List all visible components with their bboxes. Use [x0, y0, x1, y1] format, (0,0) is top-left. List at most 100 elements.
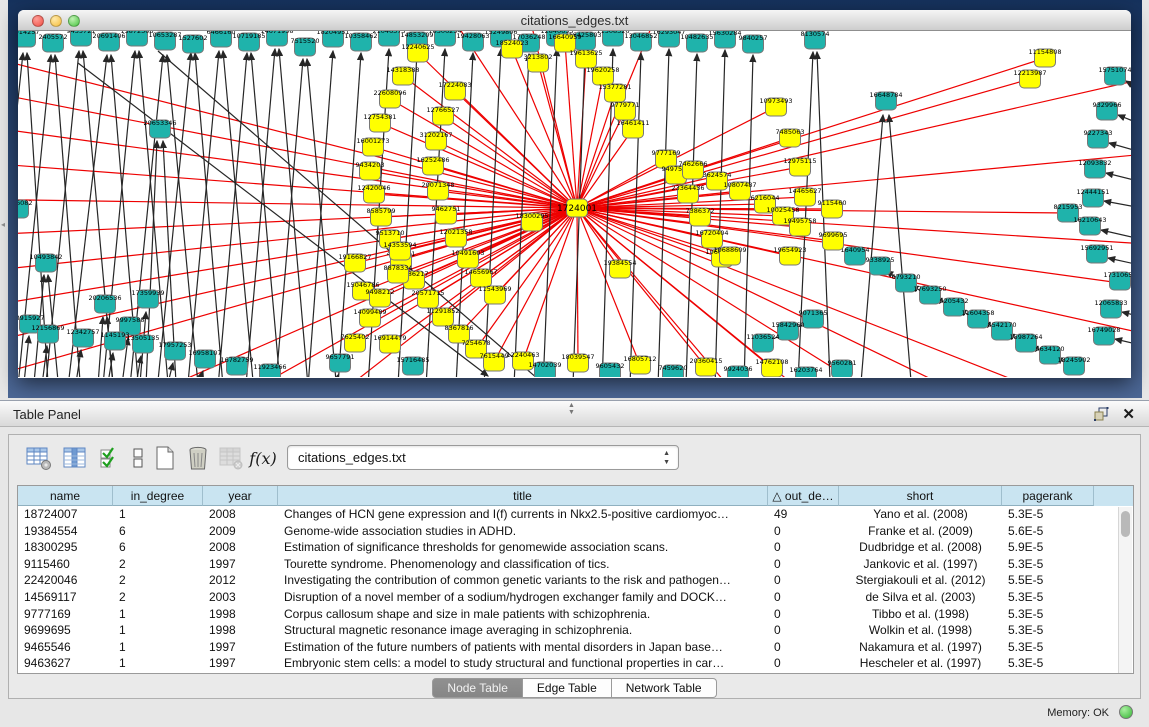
graph-node[interactable]: 16749028: [1087, 326, 1120, 345]
graph-node[interactable]: 12065833: [1094, 299, 1127, 318]
column-header-out_degree[interactable]: △ out_de…: [768, 486, 839, 506]
tab-edge-table[interactable]: Edge Table: [523, 678, 612, 698]
citation-edge-black[interactable]: [338, 53, 361, 377]
graph-node[interactable]: 8585799: [367, 207, 396, 226]
graph-node[interactable]: 11036524: [746, 333, 779, 352]
graph-node[interactable]: 12975115: [783, 157, 816, 176]
graph-node[interactable]: 9605432: [596, 362, 625, 377]
graph-node[interactable]: 16805712: [623, 355, 656, 374]
column-header-short[interactable]: short: [839, 486, 1002, 506]
graph-node[interactable]: 15751074: [1098, 66, 1131, 85]
graph-node[interactable]: 11923466: [253, 363, 286, 377]
graph-node[interactable]: 7615449: [480, 352, 509, 371]
table-row[interactable]: 1830029562008Estimation of significance …: [18, 539, 1133, 556]
citation-network-graph[interactable]: 9014257240557294357212069140615872306106…: [18, 31, 1131, 377]
graph-node[interactable]: 16648784: [869, 91, 902, 110]
graph-node[interactable]: 7386372: [686, 207, 715, 226]
citation-edge-black[interactable]: [1106, 173, 1131, 186]
column-header-in_degree[interactable]: in_degree: [113, 486, 203, 506]
graph-node[interactable]: 9779771: [611, 101, 640, 120]
citation-edge-red[interactable]: [577, 208, 640, 365]
graph-node[interactable]: 9434203: [356, 161, 385, 180]
table-row[interactable]: 1456911722003Disruption of a novel membe…: [18, 589, 1133, 606]
citation-edge-red[interactable]: [577, 71, 1131, 208]
citation-edge-black[interactable]: [1109, 143, 1131, 157]
graph-node[interactable]: 12342757: [66, 328, 99, 347]
graph-node[interactable]: 9924036: [724, 365, 753, 377]
graph-node[interactable]: 9498212: [366, 288, 395, 307]
graph-node[interactable]: 18039547: [561, 353, 594, 372]
table-row[interactable]: 1872400712008Changes of HCN gene express…: [18, 506, 1133, 523]
close-panel-icon[interactable]: ✕: [1122, 405, 1135, 423]
table-row[interactable]: 2242004622012Investigating the contribut…: [18, 572, 1133, 589]
citation-edge-black[interactable]: [1108, 258, 1131, 269]
graph-node[interactable]: 20206536: [88, 294, 121, 313]
graph-node[interactable]: 7459620: [659, 364, 688, 377]
citation-edge-black[interactable]: [1104, 201, 1131, 211]
graph-node[interactable]: 16252486: [416, 156, 449, 175]
graph-node[interactable]: 9699695: [819, 231, 848, 250]
citation-edge-black[interactable]: [1122, 312, 1131, 321]
network-view-window[interactable]: citations_edges.txt 90142572405572943572…: [18, 10, 1131, 378]
tab-network-table[interactable]: Network Table: [612, 678, 717, 698]
graph-node[interactable]: 9338925: [866, 256, 895, 275]
citation-edge-red[interactable]: [18, 86, 577, 208]
graph-node[interactable]: 17359939: [131, 289, 164, 308]
citation-edge-black[interactable]: [307, 59, 336, 377]
graph-node[interactable]: 12093832: [1078, 159, 1111, 178]
graph-node[interactable]: 14318388: [386, 66, 419, 85]
memory-status-led[interactable]: [1119, 705, 1133, 719]
delete-column-trash-icon[interactable]: [184, 443, 212, 473]
graph-node[interactable]: 8130574: [801, 31, 830, 49]
citation-edge-black[interactable]: [1118, 115, 1131, 131]
citation-edge-black[interactable]: [744, 55, 753, 377]
graph-node[interactable]: 1527602: [179, 34, 208, 53]
graph-node[interactable]: 17310654: [1103, 271, 1131, 290]
graph-node[interactable]: 12213987: [1013, 69, 1046, 88]
graph-node[interactable]: 23364436: [671, 184, 704, 203]
citation-edge-black[interactable]: [251, 53, 280, 377]
function-builder-icon[interactable]: f(x): [249, 443, 277, 473]
delete-table-icon[interactable]: [217, 443, 245, 473]
show-columns-icon[interactable]: [61, 443, 89, 473]
graph-node[interactable]: 9227343: [1084, 129, 1113, 148]
network-canvas[interactable]: 9014257240557294357212069140615872306106…: [18, 31, 1131, 377]
column-checklist-icon[interactable]: [96, 443, 124, 473]
column-header-name[interactable]: name: [18, 486, 113, 506]
table-row[interactable]: 1938455462009Genome-wide association stu…: [18, 523, 1133, 540]
graph-node[interactable]: 16782759: [220, 356, 253, 375]
new-column-icon[interactable]: [151, 443, 179, 473]
citation-edge-black[interactable]: [195, 53, 223, 377]
citation-edge-black[interactable]: [168, 363, 173, 377]
network-window-titlebar[interactable]: citations_edges.txt: [18, 10, 1131, 31]
graph-node[interactable]: 12240625: [401, 43, 434, 62]
graph-node[interactable]: 10491603: [451, 249, 484, 268]
graph-node[interactable]: 19166827: [338, 253, 371, 272]
citation-edge-black[interactable]: [158, 51, 538, 377]
graph-node[interactable]: 7485063: [776, 128, 805, 147]
graph-node[interactable]: 12156869: [31, 324, 64, 343]
graph-node[interactable]: 11154808: [1028, 48, 1061, 67]
graph-node[interactable]: 15716485: [396, 356, 429, 375]
graph-node[interactable]: 9329966: [1093, 101, 1122, 120]
column-header-pagerank[interactable]: pagerank: [1002, 486, 1094, 506]
graph-node[interactable]: 19654923: [773, 246, 806, 265]
table-row[interactable]: 977716911998Corpus callosum shape and si…: [18, 606, 1133, 623]
graph-node[interactable]: 7515520: [291, 37, 320, 56]
graph-node[interactable]: 12021358: [439, 228, 472, 247]
graph-node[interactable]: 9014257: [18, 31, 39, 47]
table-selector-dropdown[interactable]: citations_edges.txt ▲▼: [287, 445, 679, 470]
node-attribute-table[interactable]: namein_degreeyeartitle△ out_de…shortpage…: [17, 485, 1134, 674]
split-pane-handle[interactable]: ▲▼: [568, 402, 575, 416]
table-row[interactable]: 969969511998Structural magnetic resonanc…: [18, 622, 1133, 639]
graph-node[interactable]: 17224083: [438, 81, 471, 100]
graph-node[interactable]: 9462751: [432, 205, 461, 224]
graph-node[interactable]: 1145193: [101, 331, 130, 350]
citation-edge-black[interactable]: [1126, 81, 1131, 101]
graph-node[interactable]: 16210643: [1073, 216, 1106, 235]
citation-edge-black[interactable]: [246, 49, 275, 377]
graph-node[interactable]: 18245902: [1057, 356, 1090, 375]
graph-node[interactable]: 9657791: [326, 353, 355, 372]
graph-node[interactable]: 11543969: [478, 285, 511, 304]
float-window-icon[interactable]: [1094, 407, 1109, 421]
